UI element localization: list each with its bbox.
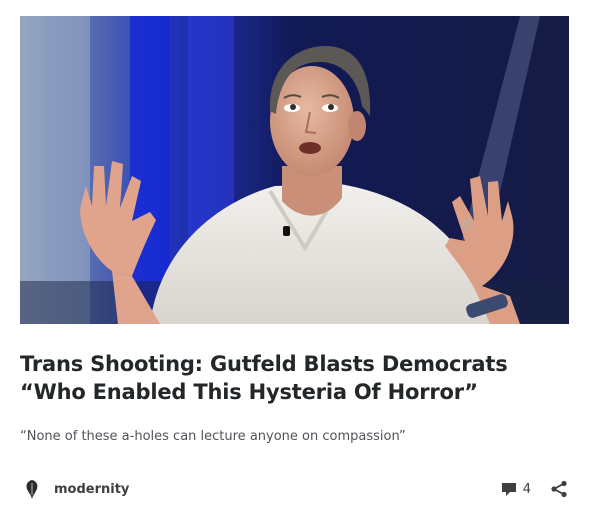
share-icon bbox=[551, 480, 567, 498]
post-thumbnail[interactable] bbox=[20, 16, 569, 324]
comment-count: 4 bbox=[522, 481, 531, 497]
post-title[interactable]: Trans Shooting: Gutfeld Blasts Democrats… bbox=[20, 350, 569, 406]
feather-pen-avatar-icon[interactable] bbox=[20, 477, 44, 501]
post-excerpt: “None of these a-holes can lecture anyon… bbox=[20, 429, 406, 444]
comment-bubble-icon bbox=[501, 482, 516, 496]
feather-pen-icon bbox=[26, 480, 38, 499]
comments-link[interactable]: 4 bbox=[501, 482, 531, 497]
post-meta: modernity 4 bbox=[20, 473, 569, 505]
thumbnail-image bbox=[20, 16, 569, 324]
author-link[interactable]: modernity bbox=[54, 482, 129, 497]
post-card: Trans Shooting: Gutfeld Blasts Democrats… bbox=[20, 16, 569, 501]
share-button[interactable] bbox=[549, 479, 569, 499]
